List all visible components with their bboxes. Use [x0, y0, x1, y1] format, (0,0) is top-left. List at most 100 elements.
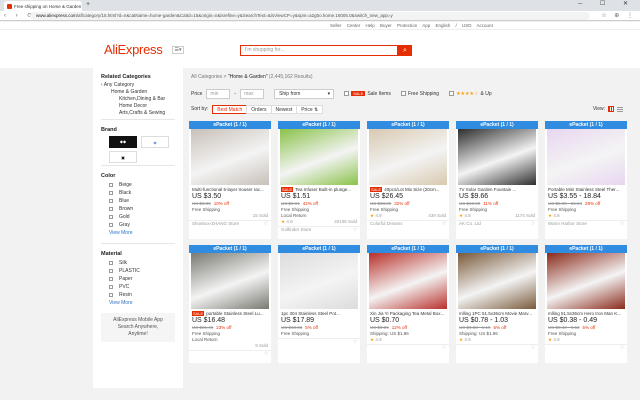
rating-row: ★ 4.9 20105 Sold [281, 219, 357, 224]
color-option[interactable]: Beige [101, 181, 175, 189]
product-image[interactable] [369, 253, 447, 309]
star-icon: ★ [459, 337, 464, 342]
material-option[interactable]: Paper [101, 275, 175, 283]
product-image[interactable] [369, 129, 447, 185]
url-field[interactable]: www.aliexpress.com/af/category/15.html?d… [30, 12, 590, 20]
extension-icons[interactable]: ☆ ⊕ ⋮ [601, 12, 636, 19]
store-row: Golfinder Store ♡ [278, 226, 360, 233]
category-kitchen[interactable]: Kitchen,Dining & Bar [101, 96, 175, 103]
filter-sidebar: Related Categories ‹ Any Category Home &… [93, 68, 183, 388]
product-title[interactable]: SALE Tea Infuser Built-in plunge... [278, 185, 360, 193]
category-home-decor[interactable]: Home Decor [101, 103, 175, 110]
brand-logo-2[interactable]: ◈ [141, 136, 169, 148]
top-links[interactable]: Seller Center Help Buyer Protection App … [330, 23, 493, 28]
product-image[interactable] [547, 253, 625, 309]
brand-logo-3[interactable]: ▣ [109, 151, 137, 163]
sort-best-match[interactable]: Best Match [212, 104, 248, 114]
product-image[interactable] [547, 129, 625, 185]
browser-tab-bar: Free shipping on Home & Garden × + ─ ☐ ✕ [0, 0, 640, 11]
product-image[interactable] [458, 253, 536, 309]
heart-icon: ♡ [530, 345, 535, 350]
store-row: ♡ [367, 344, 449, 351]
browser-tab[interactable]: Free shipping on Home & Garden × [4, 1, 82, 11]
product-title[interactable]: mlling 51.5x36cm Hero Iron Man K... [545, 309, 627, 317]
product-price: US $0.38 - 0.49 [548, 317, 598, 324]
window-controls[interactable]: ─ ☐ ✕ [578, 0, 636, 7]
close-tab-icon[interactable]: × [81, 3, 82, 9]
product-title[interactable]: SALE portable Stainless Steel Lu... [189, 309, 271, 317]
color-option[interactable]: Gray [101, 221, 175, 229]
product-card[interactable]: ePacket (1 / 1) Multi-functional 5-layer … [189, 121, 271, 239]
product-image[interactable] [280, 253, 358, 309]
rating-row: 9 Sold [255, 343, 268, 348]
category-home-garden[interactable]: Home & Garden [101, 89, 175, 96]
material-option[interactable]: PLASTIC [101, 267, 175, 275]
product-card[interactable]: ePacket (1 / 1) mlling 1PC 51.5x36cm Movi… [456, 245, 538, 363]
color-option[interactable]: Blue [101, 197, 175, 205]
material-title: Material [101, 251, 122, 257]
epacket-badge: ePacket (1 / 1) [456, 245, 538, 253]
material-option[interactable]: PVC [101, 283, 175, 291]
product-price: US $17.89 [281, 317, 315, 324]
ship-from-select[interactable]: Ship from ▾ [274, 89, 335, 99]
product-title[interactable]: 1pc 304 Stainless Steel Pot... [278, 309, 360, 317]
shipping-info: Free Shipping [281, 331, 310, 336]
product-title[interactable]: Multi-functional 5-layer trouser rac... [189, 185, 271, 193]
product-card[interactable]: ePacket (1 / 1) Xin Jia Yi Packaging Tea … [367, 245, 449, 363]
product-title[interactable]: Portable Mini Stainless Steel Ther... [545, 185, 627, 193]
product-card[interactable]: ePacket (1 / 1) SALE Tea Infuser Built-in … [278, 121, 360, 239]
product-title[interactable]: mlling 1PC 51.5x36cm Movie Marv... [456, 309, 538, 317]
product-image[interactable] [191, 253, 269, 309]
product-price: US $0.78 - 1.03 [459, 317, 509, 324]
product-card[interactable]: ePacket (1 / 1) 7V Solar Garden Fountain … [456, 121, 538, 239]
product-card[interactable]: ePacket (1 / 1) SALE portable Stainless St… [189, 245, 271, 363]
sale-tag: SALE [370, 187, 383, 192]
heart-icon: ♡ [263, 351, 268, 356]
rating-filter[interactable]: ★★★★☆ & Up [449, 91, 492, 97]
list-view-icon[interactable] [617, 106, 623, 112]
mobile-app-promo[interactable]: AliExpress Mobile App Search Anywhere, A… [101, 313, 175, 342]
brand-logo-1[interactable]: ◆◆ [109, 136, 137, 148]
price-min-input[interactable]: min [206, 89, 231, 99]
rating-row: ★ 4.9 [548, 337, 560, 342]
heart-icon: ♡ [441, 221, 446, 226]
product-image[interactable] [280, 129, 358, 185]
category-menu-button[interactable]: ☰▾ [172, 46, 184, 54]
material-option[interactable]: Resin [101, 291, 175, 299]
grid-view-icon[interactable] [608, 106, 614, 112]
epacket-badge: ePacket (1 / 1) [367, 245, 449, 253]
sort-price[interactable]: Price ⇅ [296, 104, 324, 114]
color-option[interactable]: Gold [101, 213, 175, 221]
color-option[interactable]: Black [101, 189, 175, 197]
search-button[interactable]: ⌕ [398, 45, 412, 56]
product-card[interactable]: ePacket (1 / 1) 1pc 304 Stainless Steel P… [278, 245, 360, 363]
sort-newest[interactable]: Newest [270, 104, 298, 114]
heart-icon: ♡ [530, 221, 535, 226]
product-title[interactable]: SALE 40pcs/Lot Mix Size (20cm... [367, 185, 449, 193]
material-option[interactable]: Silk [101, 259, 175, 267]
product-title[interactable]: Xin Jia Yi Packaging Tea Metal Box... [367, 309, 449, 317]
material-view-more[interactable]: View More [101, 300, 175, 306]
aliexpress-logo[interactable]: AliExpress [104, 42, 163, 57]
sort-orders[interactable]: Orders [246, 104, 272, 114]
new-tab-icon[interactable]: + [86, 1, 90, 8]
product-image[interactable] [191, 129, 269, 185]
sort-row: Sort by: Best Match Orders Newest Price … [191, 104, 631, 114]
sale-tag: SALE [281, 187, 294, 192]
price-max-input[interactable]: max [240, 89, 265, 99]
color-option[interactable]: Brown [101, 205, 175, 213]
product-price: US $1.51 [281, 193, 311, 200]
rating-row: ★ 4.9 [459, 337, 471, 342]
sale-items-filter[interactable]: SALE Sale Items [344, 91, 391, 97]
product-card[interactable]: ePacket (1 / 1) Portable Mini Stainless S… [545, 121, 627, 239]
product-card[interactable]: ePacket (1 / 1) mlling 51.5x36cm Hero Iro… [545, 245, 627, 363]
product-image[interactable] [458, 129, 536, 185]
product-title[interactable]: 7V Solar Garden Fountain ... [456, 185, 538, 193]
color-view-more[interactable]: View More [101, 230, 175, 236]
any-category-link[interactable]: ‹ Any Category [101, 82, 175, 89]
category-arts-crafts[interactable]: Arts,Crafts & Sewing [101, 110, 175, 117]
url-host: www.aliexpress.com [36, 13, 77, 18]
free-shipping-filter[interactable]: Free Shipping [400, 91, 439, 97]
product-card[interactable]: ePacket (1 / 1) SALE 40pcs/Lot Mix Size (2… [367, 121, 449, 239]
search-input[interactable]: I'm shopping for... [240, 45, 398, 56]
